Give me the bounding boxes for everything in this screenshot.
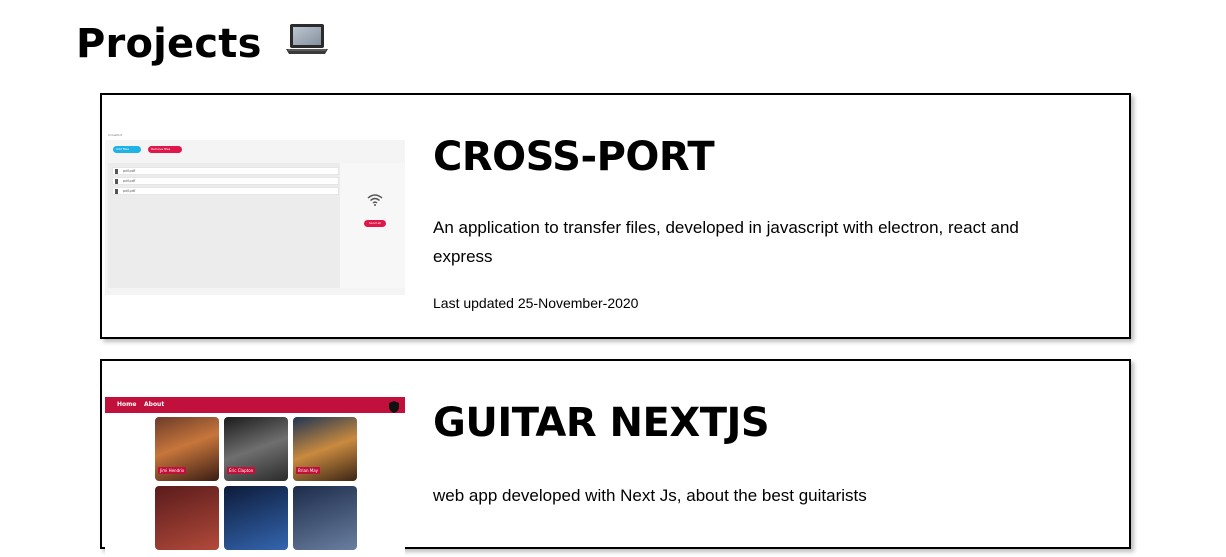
guitarist-name: Brian May	[296, 467, 321, 474]
thumbnail-file-name: pdf.pdf	[123, 179, 136, 183]
wifi-icon	[367, 191, 383, 210]
project-last-updated: Last updated 25-November-2020	[433, 295, 639, 311]
laptop-icon	[284, 17, 330, 69]
guitarist-name: Jimi Hendrix	[158, 467, 187, 474]
thumbnail-add-button: Add files	[113, 146, 141, 153]
thumbnail-file-row: pdf.pdf	[112, 177, 339, 185]
page-title: Projects	[76, 18, 330, 72]
guitarist-card	[224, 486, 288, 550]
thumbnail-send-button: Send all	[364, 220, 386, 227]
thumbnail-file-name: pdf.pdf	[123, 189, 136, 193]
project-description: web app developed with Next Js, about th…	[433, 486, 867, 505]
guitarist-card: Brian May	[293, 417, 357, 481]
project-description: An application to transfer files, develo…	[433, 218, 1019, 266]
page-title-text: Projects	[76, 21, 262, 67]
project-thumbnail[interactable]: CrossPort Add files Remove files pdf.pdf…	[105, 133, 405, 295]
project-thumbnail[interactable]: Home About Jimi Hendrix Eric Clapton Bri…	[105, 397, 405, 557]
shield-icon	[389, 401, 399, 415]
guitarist-card	[155, 486, 219, 550]
thumbnail-titlebar: CrossPort	[105, 133, 405, 140]
guitarist-card: Jimi Hendrix	[155, 417, 219, 481]
thumbnail-remove-button: Remove files	[148, 146, 182, 153]
thumbnail-file-list: pdf.pdf pdf.pdf pdf.pdf	[108, 163, 340, 288]
thumbnail-file-name: pdf.pdf	[123, 169, 136, 173]
thumbnail-nav-home: Home	[117, 401, 137, 408]
project-card-cross-port[interactable]: CrossPort Add files Remove files pdf.pdf…	[100, 93, 1131, 339]
thumbnail-file-row: pdf.pdf	[112, 187, 339, 195]
thumbnail-nav-about: About	[144, 401, 165, 408]
project-title[interactable]: GUITAR NEXTJS	[433, 399, 770, 447]
guitarist-card: Eric Clapton	[224, 417, 288, 481]
thumbnail-file-row: pdf.pdf	[112, 167, 339, 175]
thumbnail-window-title: CrossPort	[108, 133, 123, 137]
thumbnail-navbar: Home About	[105, 397, 405, 413]
project-title[interactable]: CROSS-PORT	[433, 133, 715, 181]
guitarist-name: Eric Clapton	[227, 467, 256, 474]
guitarist-card	[293, 486, 357, 550]
project-card-guitar-nextjs[interactable]: Home About Jimi Hendrix Eric Clapton Bri…	[100, 359, 1131, 557]
